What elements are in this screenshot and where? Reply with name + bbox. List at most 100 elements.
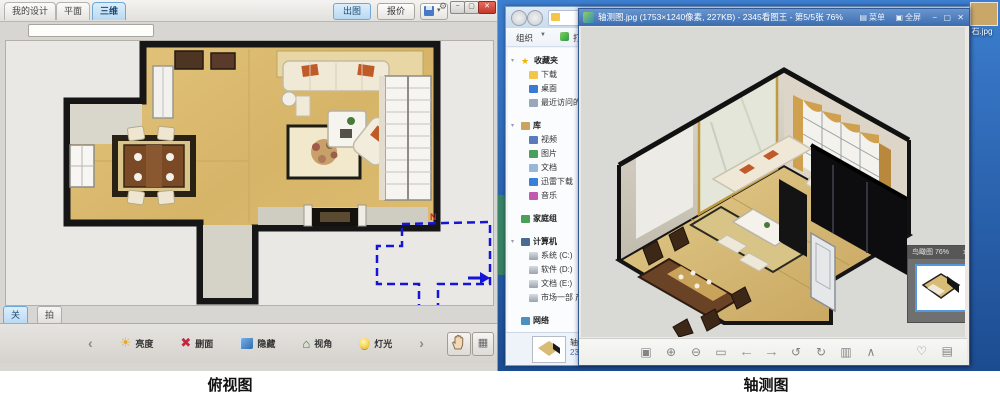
tree-item-network[interactable]: 网络 — [508, 314, 580, 328]
viewer-title-text: 轴测图.jpg (1753×1240像素, 227KB) - 2345看图王 -… — [598, 9, 848, 26]
blue-box-icon — [240, 337, 253, 349]
viewer-menu-button[interactable]: ▤菜单 — [859, 9, 885, 26]
tree-item-share[interactable]: 市场一部 产 — [508, 291, 580, 305]
tree-item-homegroup[interactable]: 家庭组 — [508, 212, 580, 226]
tree-item-desktop[interactable]: 桌面 — [508, 82, 580, 96]
fireplace — [304, 205, 366, 226]
music-icon — [529, 192, 538, 200]
browse-icon[interactable]: ▤ — [942, 344, 953, 358]
viewer-canvas[interactable]: 鸟瞰图 76% ✕ — [581, 27, 965, 337]
file-thumbnail — [532, 336, 566, 363]
left-caption: 俯视图 — [182, 374, 278, 395]
disk-icon — [529, 252, 538, 260]
network-icon — [521, 317, 530, 325]
chevron-down-icon: ▼ — [540, 32, 546, 38]
star-icon: ★ — [521, 57, 531, 65]
viewer-fullscreen-button[interactable]: ▣全屏 — [895, 9, 921, 26]
tab-plan-2d[interactable]: 平面 — [56, 2, 90, 20]
tree-item-favorites[interactable]: ▾★收藏夹 — [508, 54, 580, 68]
fit-icon[interactable]: ▣ — [639, 345, 653, 359]
gear-icon[interactable]: ⚙ — [437, 0, 449, 12]
actual-size-icon[interactable]: ▭ — [714, 345, 728, 359]
tree-item-computer[interactable]: ▾计算机 — [508, 235, 580, 249]
viewer-maximize-button[interactable]: ▢ — [943, 9, 951, 26]
floor-plan — [67, 44, 437, 301]
navigator-close-icon[interactable]: ✕ — [962, 246, 965, 259]
left-window — [70, 145, 94, 187]
prev-image-icon[interactable]: ← — [739, 343, 753, 360]
design-app-window: 我的设计 平面 三维 出图 报价 ▾ ⚙ − ▢ ✕ — [0, 0, 498, 371]
tree-item-thunder[interactable]: 迅雷下载 — [508, 175, 580, 189]
forward-button[interactable] — [527, 10, 543, 26]
right-windows — [379, 76, 431, 200]
maximize-button[interactable]: ▢ — [464, 1, 479, 14]
navigator-thumbnail[interactable] — [915, 264, 965, 312]
save-icon — [424, 6, 434, 16]
tree-item-drive-c[interactable]: 系统 (C:) — [508, 249, 580, 263]
top-view-render: N S — [6, 41, 493, 305]
viewer-close-button[interactable]: ✕ — [957, 9, 964, 26]
dining-set — [112, 126, 196, 205]
brightness-tool[interactable]: ☀ 亮度 — [120, 335, 154, 351]
folder-icon — [551, 13, 560, 21]
tree-item-videos[interactable]: 视频 — [508, 133, 580, 147]
video-icon — [529, 136, 538, 144]
explorer-nav-pane: ▾★收藏夹 下载 桌面 最近访问的位置 ▾库 视频 图片 文档 迅雷下载 音乐 … — [508, 48, 580, 337]
delete-face-tool[interactable]: ✖ 删面 — [180, 335, 213, 351]
navigator-header[interactable]: 鸟瞰图 76% — [908, 246, 965, 259]
sun-icon: ☀ — [120, 335, 132, 351]
recent-places-icon — [529, 99, 538, 107]
tree-item-drive-d[interactable]: 软件 (D:) — [508, 263, 580, 277]
rotate-right-icon[interactable]: ↻ — [814, 345, 828, 359]
desktop-file-icon[interactable] — [970, 2, 998, 26]
hide-tool[interactable]: 隐藏 — [240, 337, 275, 350]
viewer-app-icon — [583, 12, 594, 23]
disk-icon — [529, 294, 538, 302]
layout-button[interactable]: ▦ — [472, 332, 494, 356]
rotate-left-icon[interactable]: ↺ — [789, 345, 803, 359]
lighting-tool[interactable]: 灯光 — [359, 337, 392, 350]
tree-item-documents[interactable]: 文档 — [508, 161, 580, 175]
entry-door — [153, 66, 173, 118]
disk-icon — [529, 266, 538, 274]
tree-item-music[interactable]: 音乐 — [508, 189, 580, 203]
tree-item-drive-e[interactable]: 文档 (E:) — [508, 277, 580, 291]
wall-rug — [175, 51, 203, 69]
zoom-out-icon[interactable]: ⊖ — [689, 345, 703, 359]
tree-item-libraries[interactable]: ▾库 — [508, 119, 580, 133]
view-angle-tool[interactable]: ⌂ 视角 — [302, 336, 332, 351]
folder-icon — [529, 71, 538, 79]
delete-icon[interactable]: ▥ — [839, 345, 853, 359]
zoom-in-icon[interactable]: ⊕ — [664, 345, 678, 359]
next-image-icon[interactable]: → — [764, 343, 778, 360]
organize-button[interactable]: 组织 — [516, 32, 533, 44]
scroll-right-icon[interactable]: › — [419, 335, 424, 351]
pan-hand-button[interactable] — [447, 332, 471, 356]
scroll-left-icon[interactable]: ‹ — [88, 335, 93, 351]
computer-icon — [521, 238, 530, 246]
viewer-titlebar[interactable]: 轴测图.jpg (1753×1240像素, 227KB) - 2345看图王 -… — [579, 9, 969, 26]
favorite-icon[interactable]: ♡ — [916, 344, 927, 358]
back-button[interactable] — [511, 10, 527, 26]
tree-item-recent[interactable]: 最近访问的位置 — [508, 96, 580, 110]
thunder-download-icon — [529, 178, 538, 186]
library-icon — [521, 122, 530, 130]
more-icon[interactable]: ∧ — [864, 345, 878, 359]
lights-off-tab[interactable]: 关灯 — [3, 306, 28, 324]
close-button[interactable]: ✕ — [478, 1, 496, 14]
tree-item-pictures[interactable]: 图片 — [508, 147, 580, 161]
tree-item-downloads[interactable]: 下载 — [508, 68, 580, 82]
iso-room — [619, 70, 909, 337]
viewer-minimize-button[interactable]: − — [932, 9, 937, 26]
bulb-icon — [359, 338, 370, 349]
minimize-button[interactable]: − — [450, 1, 465, 14]
snapshot-tab[interactable]: 拍照 — [37, 306, 62, 324]
export-image-button[interactable]: 出图 — [333, 3, 371, 20]
viewer-toolbar: ▣ ⊕ ⊖ ▭ ← → ↺ ↻ ▥ ∧ ♡ ▤ — [579, 338, 967, 365]
tab-my-design[interactable]: 我的设计 — [4, 2, 56, 20]
quote-button[interactable]: 报价 — [377, 3, 415, 20]
photo-viewer-window: 轴测图.jpg (1753×1240像素, 227KB) - 2345看图王 -… — [578, 8, 970, 366]
disk-icon — [529, 280, 538, 288]
render-viewport[interactable]: N S — [5, 40, 494, 306]
tab-3d[interactable]: 三维 — [92, 2, 126, 20]
